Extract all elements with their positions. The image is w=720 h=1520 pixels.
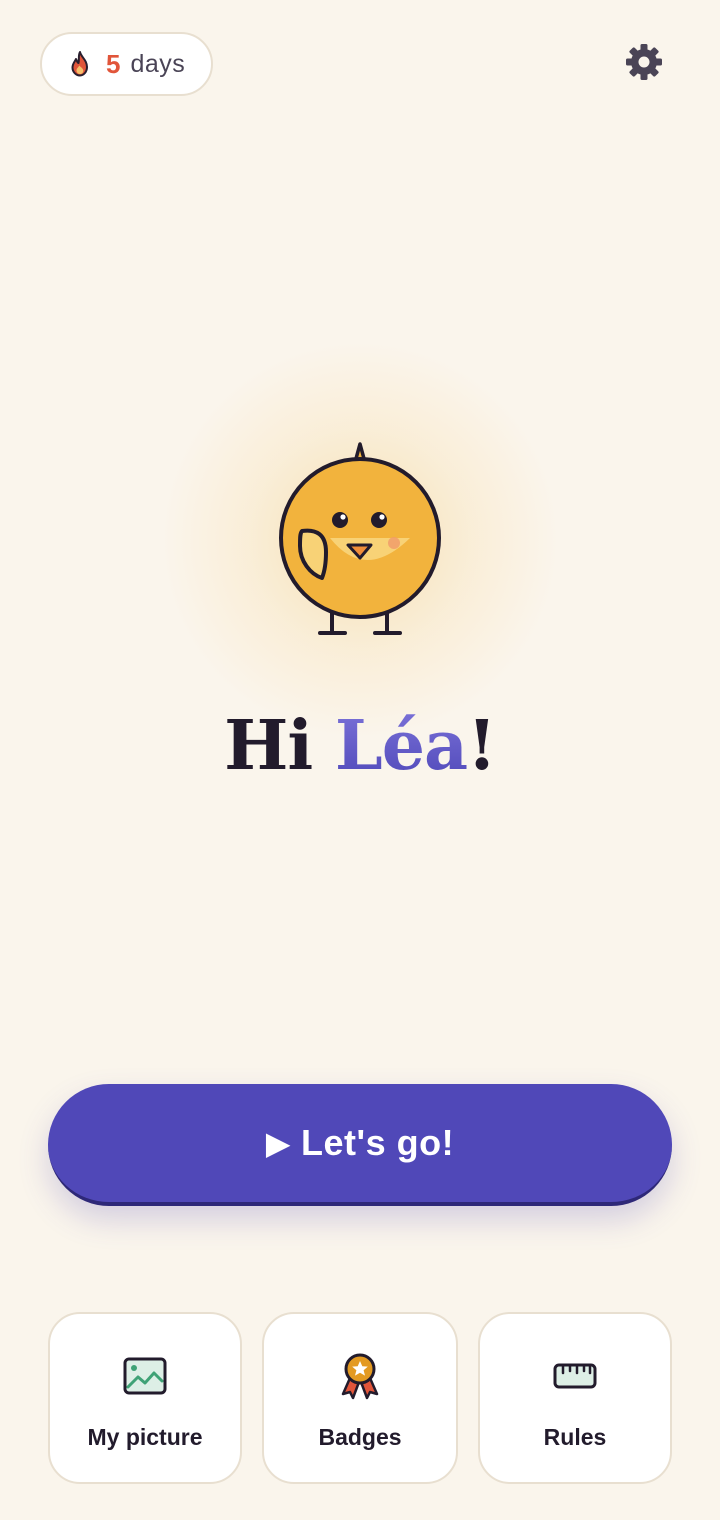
rules-label: Rules <box>543 1424 607 1450</box>
chick-mascot <box>270 436 450 646</box>
badges-label: Badges <box>318 1424 402 1450</box>
ruler-icon <box>553 1354 597 1398</box>
home-screen: 5 days Hi Léa! ▶ Let's go! My picture Ba… <box>0 0 720 1520</box>
gear-icon <box>624 42 664 87</box>
rules-tile[interactable]: Rules <box>478 1312 672 1484</box>
play-icon: ▶ <box>265 1125 292 1161</box>
greeting-prefix: Hi <box>224 706 335 786</box>
greeting-suffix: ! <box>467 706 497 786</box>
settings-button[interactable] <box>622 42 666 86</box>
lets-go-label: Let's go! <box>301 1122 455 1163</box>
greeting-name: Léa <box>334 706 468 786</box>
streak-unit: days <box>130 49 186 78</box>
flame-icon <box>66 50 94 78</box>
lets-go-button[interactable]: ▶ Let's go! <box>48 1084 672 1206</box>
streak-count: 5 <box>106 48 121 79</box>
my-picture-tile[interactable]: My picture <box>48 1312 242 1484</box>
my-picture-label: My picture <box>87 1424 203 1450</box>
badges-tile[interactable]: Badges <box>262 1312 458 1484</box>
greeting-title: Hi Léa! <box>0 706 720 786</box>
badge-icon <box>339 1353 381 1400</box>
streak-badge[interactable]: 5 days <box>40 32 214 96</box>
picture-icon <box>123 1354 167 1398</box>
